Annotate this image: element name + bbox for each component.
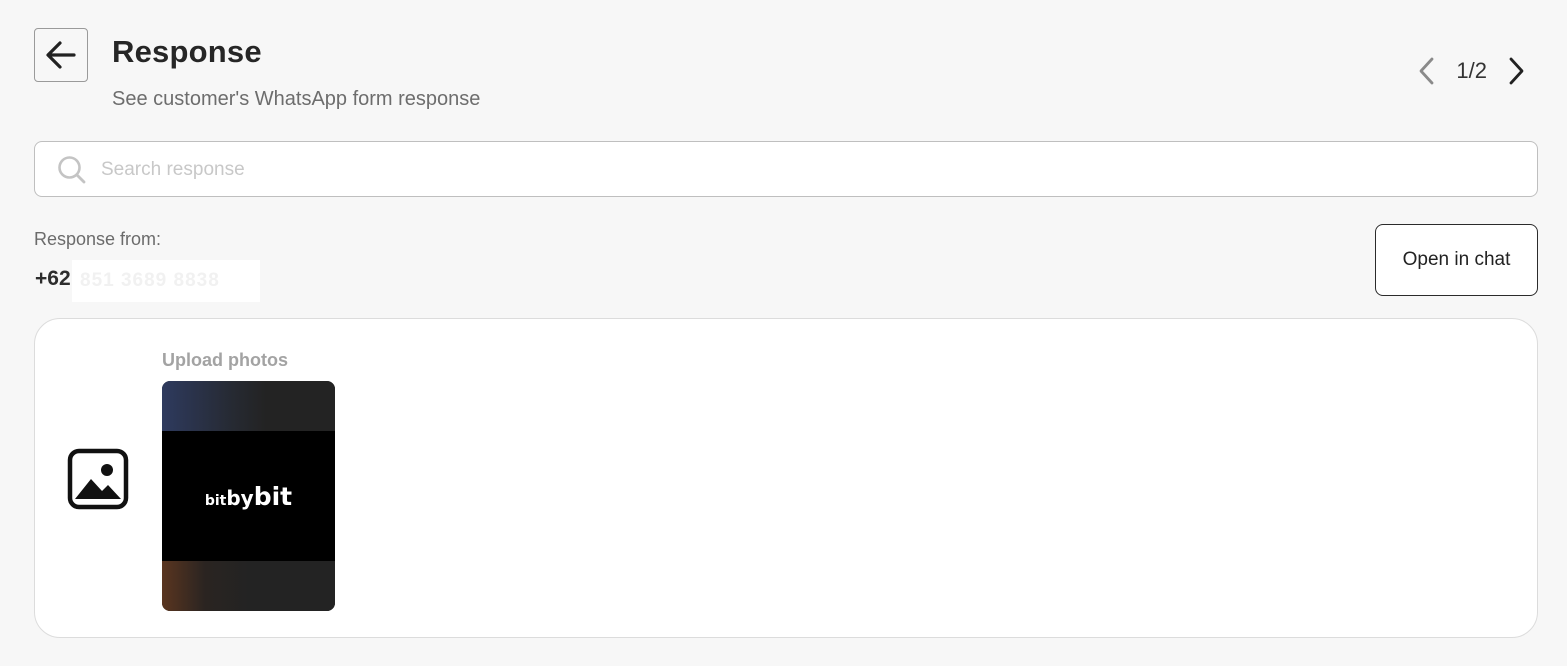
page-title: Response [112, 34, 262, 69]
logo-part-1: bit [204, 492, 227, 509]
back-button[interactable] [34, 28, 88, 82]
response-card: Upload photos bitbybit [34, 318, 1538, 638]
photo-top-area [162, 381, 335, 431]
search-bar [34, 141, 1538, 198]
open-in-chat-button[interactable]: Open in chat [1375, 224, 1538, 296]
uploaded-photo[interactable]: bitbybit [162, 381, 335, 611]
question-label: Upload photos [162, 350, 288, 370]
chevron-left-icon [1420, 57, 1434, 85]
photo-logo-band: bitbybit [162, 431, 335, 561]
search-input[interactable] [99, 142, 1503, 198]
response-from-label: Response from: [34, 229, 162, 249]
logo-part-2: by [226, 485, 254, 510]
page-subtitle: See customer's WhatsApp form response [112, 88, 481, 110]
chevron-right-icon [1509, 57, 1524, 85]
search-icon [58, 156, 86, 184]
pagination: 1/2 [1410, 54, 1533, 88]
phone-prefix: +62 [35, 267, 71, 290]
phone-number-redacted: 851 3689 8838 [72, 260, 260, 302]
arrow-left-icon [46, 41, 76, 69]
photo-bottom-area [162, 561, 335, 611]
prev-button[interactable] [1410, 54, 1444, 88]
logo-part-3: bit [253, 481, 293, 511]
phone-number: 851 3689 8838 [80, 270, 220, 291]
next-button[interactable] [1499, 54, 1533, 88]
bitbybit-logo: bitbybit [205, 482, 292, 511]
image-icon [67, 448, 129, 510]
page-counter: 1/2 [1456, 58, 1487, 83]
